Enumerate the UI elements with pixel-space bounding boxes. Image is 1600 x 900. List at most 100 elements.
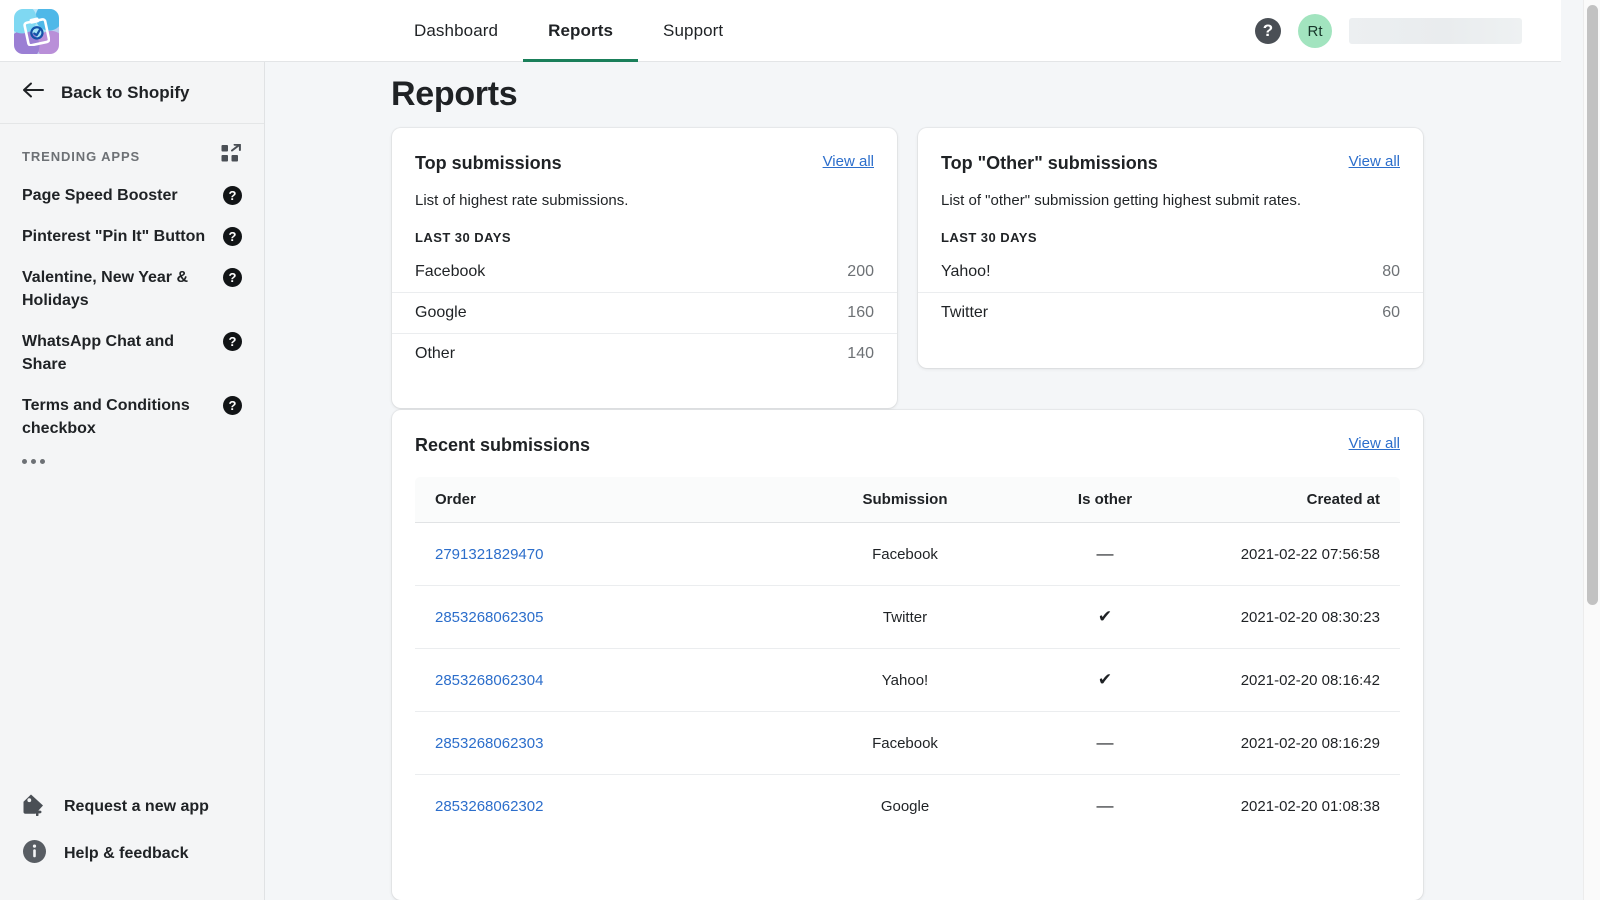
column-header-order: Order	[435, 491, 476, 508]
help-tooltip-icon[interactable]: ?	[223, 396, 242, 415]
recent-submissions-table: Order Submission Is other Created at 279…	[415, 477, 1400, 837]
back-to-shopify-button[interactable]: Back to Shopify	[0, 62, 264, 124]
top-submissions-list: Facebook 200 Google 160 Other 140	[392, 252, 897, 374]
order-link[interactable]: 2853268062304	[435, 672, 543, 689]
main-content: Reports Top submissions View all List of…	[265, 62, 1561, 900]
cell-is-other: ✔	[1097, 607, 1113, 626]
view-all-top-submissions-link[interactable]: View all	[823, 153, 874, 170]
arrow-left-icon	[22, 82, 44, 103]
card-period-label: LAST 30 DAYS	[415, 230, 511, 245]
card-title: Top submissions	[415, 153, 562, 173]
cell-is-other: —	[1096, 733, 1114, 752]
cell-created-at: 2021-02-20 08:30:23	[1240, 608, 1380, 626]
cell-submission: Google	[880, 797, 930, 815]
cell-is-other: —	[1096, 544, 1114, 563]
page-scrollbar[interactable]	[1583, 0, 1600, 900]
top-bar-right: ? Rt	[1255, 0, 1522, 62]
item-name: Facebook	[415, 263, 486, 280]
app-root: Dashboard Reports Support ? Rt Back to S…	[0, 0, 1600, 900]
list-item: Google 160	[392, 293, 897, 334]
app-label: Page Speed Booster	[22, 187, 178, 204]
app-logo[interactable]	[14, 9, 59, 54]
help-tooltip-icon[interactable]: ?	[223, 186, 242, 205]
order-link[interactable]: 2791321829470	[435, 546, 543, 563]
sidebar-app-valentine-new-year-holidays[interactable]: Valentine, New Year & Holidays ?	[0, 257, 264, 321]
card-top-other-submissions: Top "Other" submissions View all List of…	[918, 128, 1423, 368]
sidebar-app-page-speed-booster[interactable]: Page Speed Booster ?	[0, 175, 264, 216]
tab-dashboard-label: Dashboard	[414, 21, 499, 40]
tab-dashboard[interactable]: Dashboard	[389, 0, 523, 62]
order-link[interactable]: 2853268062303	[435, 735, 543, 752]
show-more-apps-button[interactable]	[0, 449, 264, 474]
tab-support[interactable]: Support	[638, 0, 748, 62]
tab-reports[interactable]: Reports	[523, 0, 638, 62]
list-item: Facebook 200	[392, 252, 897, 293]
card-title: Recent submissions	[415, 435, 591, 455]
cell-submission: Twitter	[882, 608, 928, 626]
table-row: 2853268062305 Twitter ✔ 2021-02-20 08:30…	[415, 586, 1400, 649]
cell-is-other: ✔	[1097, 670, 1113, 689]
table-row: 2791321829470 Facebook — 2021-02-22 07:5…	[415, 523, 1400, 586]
view-all-top-other-submissions-link[interactable]: View all	[1349, 153, 1400, 170]
column-header-is-other: Is other	[1077, 491, 1133, 508]
app-label: Valentine, New Year & Holidays	[22, 269, 189, 309]
card-header: Top "Other" submissions View all	[918, 128, 1423, 174]
tab-reports-label: Reports	[548, 21, 614, 40]
tag-plus-icon	[22, 793, 47, 821]
card-recent-submissions: Recent submissions View all Order Submis…	[392, 410, 1423, 900]
trending-apps-header: TRENDING APPS	[0, 124, 264, 175]
list-item: Twitter 60	[918, 293, 1423, 333]
avatar-initials: Rt	[1307, 22, 1323, 40]
order-link[interactable]: 2853268062302	[435, 798, 543, 815]
cell-created-at: 2021-02-22 07:56:58	[1240, 545, 1380, 563]
question-mark-icon[interactable]: ?	[1255, 18, 1281, 44]
view-all-recent-submissions-link[interactable]: View all	[1349, 435, 1400, 452]
app-label: WhatsApp Chat and Share	[22, 333, 174, 373]
cell-submission: Facebook	[872, 734, 938, 752]
card-period-label: LAST 30 DAYS	[941, 230, 1037, 245]
order-link[interactable]: 2853268062305	[435, 609, 543, 626]
dot	[31, 459, 36, 464]
app-label: Terms and Conditions checkbox	[22, 397, 190, 437]
cell-submission: Yahoo!	[881, 671, 929, 689]
item-name: Yahoo!	[941, 263, 991, 280]
trending-apps-list: Page Speed Booster ? Pinterest "Pin It" …	[0, 175, 264, 474]
page-scrollbar-thumb[interactable]	[1587, 5, 1598, 605]
account-name-redacted[interactable]	[1349, 18, 1522, 44]
cell-is-other: —	[1096, 796, 1114, 815]
dot	[40, 459, 45, 464]
sidebar-app-pinterest-pin-it-button[interactable]: Pinterest "Pin It" Button ?	[0, 216, 264, 257]
primary-nav: Dashboard Reports Support	[389, 0, 748, 62]
help-and-feedback-button[interactable]: Help & feedback	[0, 830, 264, 878]
sidebar-footer: Request a new app Help & feedback	[0, 784, 264, 878]
app-label: Pinterest "Pin It" Button	[22, 228, 206, 245]
clipboard-check-icon	[14, 9, 59, 54]
column-header-submission: Submission	[862, 491, 948, 508]
apps-grid-external-icon[interactable]	[221, 143, 241, 169]
item-value: 200	[847, 263, 874, 280]
card-description: List of "other" submission getting highe…	[941, 192, 1301, 209]
sidebar-app-whatsapp-chat-and-share[interactable]: WhatsApp Chat and Share ?	[0, 321, 264, 385]
trending-apps-title: TRENDING APPS	[22, 149, 141, 164]
item-value: 80	[1382, 263, 1400, 280]
column-header-created-at: Created at	[1306, 491, 1380, 508]
help-and-feedback-label: Help & feedback	[64, 845, 189, 862]
sidebar-app-terms-and-conditions-checkbox[interactable]: Terms and Conditions checkbox ?	[0, 385, 264, 449]
help-tooltip-icon[interactable]: ?	[223, 332, 242, 351]
card-header: Recent submissions View all	[392, 410, 1423, 456]
help-tooltip-icon[interactable]: ?	[223, 227, 242, 246]
card-header: Top submissions View all	[392, 128, 897, 174]
avatar[interactable]: Rt	[1298, 14, 1332, 48]
cell-created-at: 2021-02-20 08:16:42	[1240, 671, 1380, 689]
item-value: 160	[847, 304, 874, 321]
card-top-submissions: Top submissions View all List of highest…	[392, 128, 897, 408]
request-a-new-app-button[interactable]: Request a new app	[0, 784, 264, 830]
cell-submission: Facebook	[872, 545, 938, 563]
dot	[22, 459, 27, 464]
item-name: Twitter	[941, 304, 989, 321]
list-item: Other 140	[392, 334, 897, 374]
help-tooltip-icon[interactable]: ?	[223, 268, 242, 287]
cell-created-at: 2021-02-20 01:08:38	[1240, 797, 1380, 815]
top-bar: Dashboard Reports Support ? Rt	[0, 0, 1561, 62]
list-item: Yahoo! 80	[918, 252, 1423, 293]
